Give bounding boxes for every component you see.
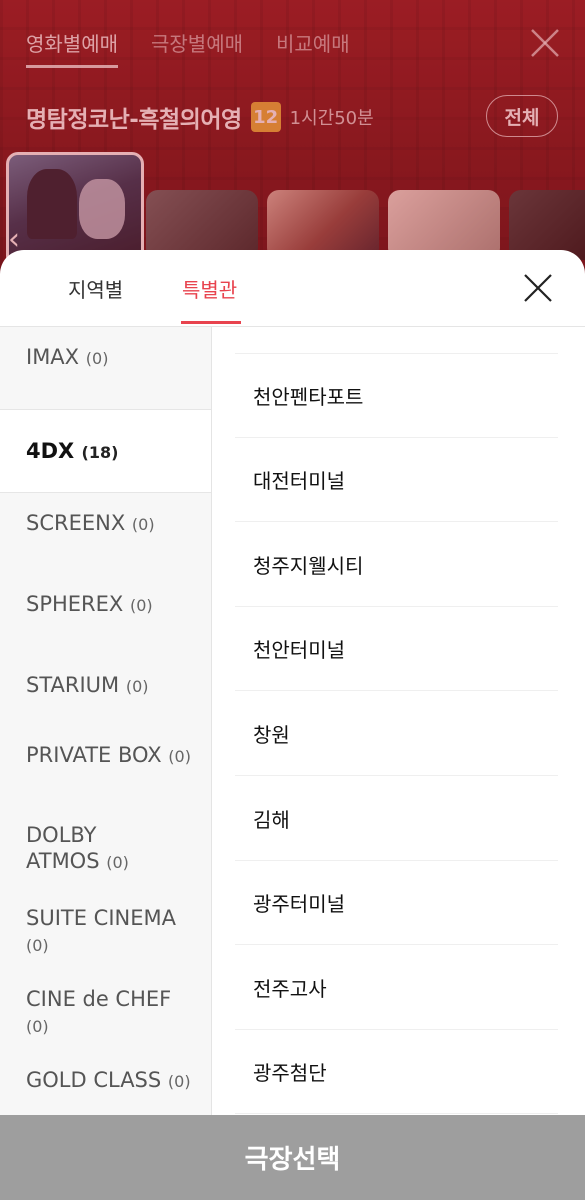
category-name: PRIVATE BOX [26, 743, 162, 767]
category-count: (0) [131, 515, 155, 534]
category-name: DOLBY ATMOS [26, 823, 100, 873]
category-item-suite-cinema[interactable]: SUITE CINEMA (0) [0, 905, 200, 959]
category-item-screenx[interactable]: SCREENX (0) [0, 510, 211, 538]
category-count: (0) [168, 747, 191, 766]
category-count: (0) [26, 936, 49, 955]
category-item-spherex[interactable]: SPHEREX (0) [0, 591, 211, 619]
category-count: (0) [85, 349, 109, 368]
category-name: SPHEREX [26, 592, 124, 616]
tab-region[interactable]: 지역별 [68, 274, 123, 303]
theater-select-sheet: 지역별 특별관 IMAX (0) 4DX (18) SCREENX (0) SP… [0, 250, 585, 1200]
list-item[interactable]: 창원 [235, 692, 558, 776]
special-hall-category-list: IMAX (0) 4DX (18) SCREENX (0) SPHEREX (0… [0, 327, 212, 1115]
list-item[interactable]: 김해 [235, 777, 558, 861]
category-name: STARIUM [26, 673, 120, 697]
category-item-private-box[interactable]: PRIVATE BOX (0) [0, 742, 200, 770]
category-name: SCREENX [26, 511, 126, 535]
category-count: (0) [26, 1017, 49, 1036]
theater-list: 천안펜타포트 대전터미널 청주지웰시티 천안터미널 창원 김해 광주터미널 전주… [235, 327, 558, 1115]
category-name: CINE de CHEF [26, 987, 172, 1011]
select-theater-button[interactable]: 극장선택 [0, 1115, 585, 1200]
list-item[interactable]: 전주고사 [235, 946, 558, 1030]
category-item-cine-de-chef[interactable]: CINE de CHEF (0) [0, 986, 200, 1040]
category-count: (0) [167, 1072, 191, 1091]
category-name: GOLD CLASS [26, 1068, 162, 1092]
list-item[interactable]: 천안터미널 [235, 607, 558, 691]
category-count: (18) [81, 443, 119, 462]
list-item[interactable]: 광주첨단 [235, 1030, 558, 1114]
category-count: (0) [125, 677, 149, 696]
category-item-dolby-atmos[interactable]: DOLBY ATMOS (0) [0, 822, 160, 876]
sheet-tabs: 지역별 특별관 [0, 250, 585, 327]
category-item-4dx[interactable]: 4DX (18) [0, 409, 211, 493]
list-item[interactable]: 광주터미널 [235, 861, 558, 945]
list-item[interactable]: 천안펜타포트 [235, 354, 558, 438]
category-item-gold-class[interactable]: GOLD CLASS (0) [0, 1067, 200, 1095]
tab-special-hall[interactable]: 특별관 [182, 274, 237, 303]
category-count: (0) [106, 853, 129, 872]
list-item[interactable]: 청주지웰시티 [235, 523, 558, 607]
category-name: SUITE CINEMA [26, 906, 176, 930]
category-count: (0) [130, 596, 153, 615]
active-tab-indicator [181, 321, 241, 324]
category-name: 4DX [26, 439, 75, 463]
category-item-imax[interactable]: IMAX (0) [0, 344, 211, 372]
list-item[interactable]: 대전터미널 [235, 438, 558, 522]
category-name: IMAX [26, 345, 80, 369]
category-item-starium[interactable]: STARIUM (0) [0, 672, 211, 700]
close-icon[interactable] [522, 272, 554, 304]
